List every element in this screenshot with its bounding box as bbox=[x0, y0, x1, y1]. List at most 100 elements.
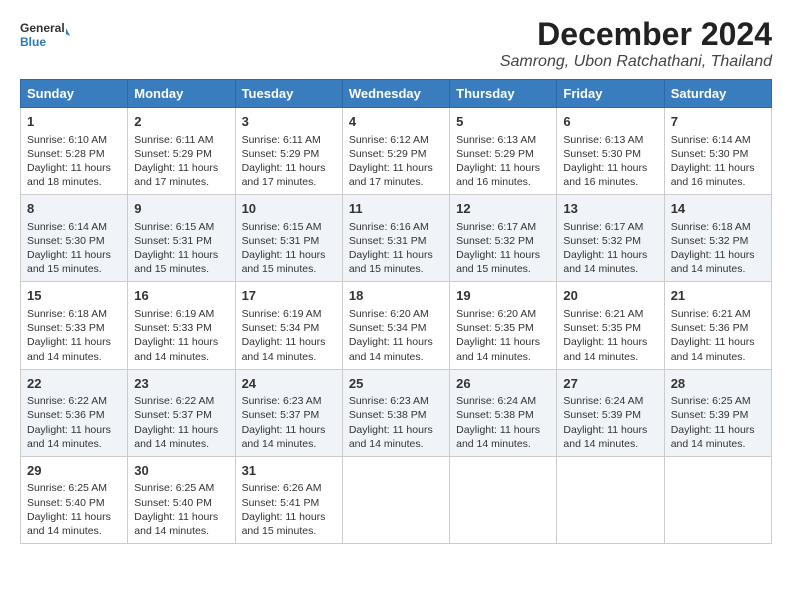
daylight-text: Daylight: 11 hours and 14 minutes. bbox=[671, 424, 755, 450]
daylight-text: Daylight: 11 hours and 15 minutes. bbox=[242, 249, 326, 275]
column-header-friday: Friday bbox=[557, 80, 664, 108]
calendar-cell: 15Sunrise: 6:18 AMSunset: 5:33 PMDayligh… bbox=[21, 282, 128, 369]
calendar-table: SundayMondayTuesdayWednesdayThursdayFrid… bbox=[20, 79, 772, 544]
sunset-text: Sunset: 5:33 PM bbox=[27, 322, 105, 334]
column-header-thursday: Thursday bbox=[450, 80, 557, 108]
day-number: 1 bbox=[27, 113, 121, 131]
calendar-cell: 8Sunrise: 6:14 AMSunset: 5:30 PMDaylight… bbox=[21, 195, 128, 282]
calendar-cell: 29Sunrise: 6:25 AMSunset: 5:40 PMDayligh… bbox=[21, 456, 128, 543]
sunrise-text: Sunrise: 6:16 AM bbox=[349, 221, 429, 233]
day-number: 25 bbox=[349, 375, 443, 393]
sunset-text: Sunset: 5:37 PM bbox=[134, 409, 212, 421]
daylight-text: Daylight: 11 hours and 14 minutes. bbox=[242, 336, 326, 362]
day-number: 15 bbox=[27, 287, 121, 305]
calendar-cell: 3Sunrise: 6:11 AMSunset: 5:29 PMDaylight… bbox=[235, 108, 342, 195]
sunset-text: Sunset: 5:33 PM bbox=[134, 322, 212, 334]
daylight-text: Daylight: 11 hours and 14 minutes. bbox=[349, 424, 433, 450]
sunrise-text: Sunrise: 6:18 AM bbox=[27, 308, 107, 320]
daylight-text: Daylight: 11 hours and 15 minutes. bbox=[134, 249, 218, 275]
sunset-text: Sunset: 5:40 PM bbox=[27, 497, 105, 509]
sunrise-text: Sunrise: 6:15 AM bbox=[242, 221, 322, 233]
day-number: 24 bbox=[242, 375, 336, 393]
logo: General Blue bbox=[20, 16, 70, 56]
calendar-cell: 30Sunrise: 6:25 AMSunset: 5:40 PMDayligh… bbox=[128, 456, 235, 543]
day-number: 8 bbox=[27, 200, 121, 218]
title-area: December 2024 Samrong, Ubon Ratchathani,… bbox=[500, 16, 772, 71]
sunset-text: Sunset: 5:29 PM bbox=[242, 148, 320, 160]
sunset-text: Sunset: 5:34 PM bbox=[349, 322, 427, 334]
calendar-cell: 19Sunrise: 6:20 AMSunset: 5:35 PMDayligh… bbox=[450, 282, 557, 369]
calendar-cell: 12Sunrise: 6:17 AMSunset: 5:32 PMDayligh… bbox=[450, 195, 557, 282]
daylight-text: Daylight: 11 hours and 14 minutes. bbox=[456, 336, 540, 362]
sunrise-text: Sunrise: 6:26 AM bbox=[242, 482, 322, 494]
day-number: 31 bbox=[242, 462, 336, 480]
sunset-text: Sunset: 5:30 PM bbox=[27, 235, 105, 247]
sunset-text: Sunset: 5:29 PM bbox=[456, 148, 534, 160]
day-number: 7 bbox=[671, 113, 765, 131]
day-number: 17 bbox=[242, 287, 336, 305]
sunset-text: Sunset: 5:38 PM bbox=[456, 409, 534, 421]
sunset-text: Sunset: 5:28 PM bbox=[27, 148, 105, 160]
week-row-4: 22Sunrise: 6:22 AMSunset: 5:36 PMDayligh… bbox=[21, 369, 772, 456]
daylight-text: Daylight: 11 hours and 15 minutes. bbox=[456, 249, 540, 275]
day-number: 11 bbox=[349, 200, 443, 218]
daylight-text: Daylight: 11 hours and 15 minutes. bbox=[242, 511, 326, 537]
sunrise-text: Sunrise: 6:23 AM bbox=[349, 395, 429, 407]
calendar-cell: 13Sunrise: 6:17 AMSunset: 5:32 PMDayligh… bbox=[557, 195, 664, 282]
day-number: 18 bbox=[349, 287, 443, 305]
day-number: 5 bbox=[456, 113, 550, 131]
sunrise-text: Sunrise: 6:23 AM bbox=[242, 395, 322, 407]
calendar-cell: 20Sunrise: 6:21 AMSunset: 5:35 PMDayligh… bbox=[557, 282, 664, 369]
day-number: 30 bbox=[134, 462, 228, 480]
calendar-cell: 31 Sunrise: 6:26 AM Sunset: 5:41 PM Dayligh… bbox=[235, 456, 342, 543]
sunrise-text: Sunrise: 6:22 AM bbox=[134, 395, 214, 407]
calendar-cell: 4Sunrise: 6:12 AMSunset: 5:29 PMDaylight… bbox=[342, 108, 449, 195]
day-number: 16 bbox=[134, 287, 228, 305]
header: General Blue December 2024 Samrong, Ubon… bbox=[20, 16, 772, 71]
calendar-cell: 1Sunrise: 6:10 AMSunset: 5:28 PMDaylight… bbox=[21, 108, 128, 195]
sunset-text: Sunset: 5:36 PM bbox=[27, 409, 105, 421]
day-number: 12 bbox=[456, 200, 550, 218]
sunset-text: Sunset: 5:41 PM bbox=[242, 497, 320, 509]
day-number: 3 bbox=[242, 113, 336, 131]
svg-text:General: General bbox=[20, 21, 65, 35]
calendar-cell: 26Sunrise: 6:24 AMSunset: 5:38 PMDayligh… bbox=[450, 369, 557, 456]
sunrise-text: Sunrise: 6:21 AM bbox=[563, 308, 643, 320]
daylight-text: Daylight: 11 hours and 14 minutes. bbox=[671, 336, 755, 362]
sunrise-text: Sunrise: 6:25 AM bbox=[134, 482, 214, 494]
daylight-text: Daylight: 11 hours and 14 minutes. bbox=[671, 249, 755, 275]
calendar-cell: 25Sunrise: 6:23 AMSunset: 5:38 PMDayligh… bbox=[342, 369, 449, 456]
page-title: December 2024 bbox=[500, 16, 772, 53]
daylight-text: Daylight: 11 hours and 17 minutes. bbox=[134, 162, 218, 188]
sunrise-text: Sunrise: 6:11 AM bbox=[134, 134, 213, 146]
week-row-3: 15 Sunrise: 6:18 AM Sunset: 5:33 PM Dayligh… bbox=[21, 282, 772, 369]
sunrise-text: Sunrise: 6:24 AM bbox=[563, 395, 643, 407]
sunset-text: Sunset: 5:35 PM bbox=[563, 322, 641, 334]
calendar-cell: 28Sunrise: 6:25 AMSunset: 5:39 PMDayligh… bbox=[664, 369, 771, 456]
daylight-text: Daylight: 11 hours and 16 minutes. bbox=[671, 162, 755, 188]
calendar-cell: 7Sunrise: 6:14 AMSunset: 5:30 PMDaylight… bbox=[664, 108, 771, 195]
calendar-cell bbox=[450, 456, 557, 543]
column-header-tuesday: Tuesday bbox=[235, 80, 342, 108]
calendar-cell: 2Sunrise: 6:11 AMSunset: 5:29 PMDaylight… bbox=[128, 108, 235, 195]
sunrise-text: Sunrise: 6:15 AM bbox=[134, 221, 214, 233]
calendar-cell: 11Sunrise: 6:16 AMSunset: 5:31 PMDayligh… bbox=[342, 195, 449, 282]
sunrise-text: Sunrise: 6:17 AM bbox=[456, 221, 536, 233]
sunrise-text: Sunrise: 6:20 AM bbox=[456, 308, 536, 320]
calendar-cell: 21Sunrise: 6:21 AMSunset: 5:36 PMDayligh… bbox=[664, 282, 771, 369]
day-number: 6 bbox=[563, 113, 657, 131]
sunrise-text: Sunrise: 6:14 AM bbox=[671, 134, 751, 146]
sunset-text: Sunset: 5:36 PM bbox=[671, 322, 749, 334]
daylight-text: Daylight: 11 hours and 16 minutes. bbox=[456, 162, 540, 188]
page-subtitle: Samrong, Ubon Ratchathani, Thailand bbox=[500, 53, 772, 71]
day-number: 9 bbox=[134, 200, 228, 218]
daylight-text: Daylight: 11 hours and 18 minutes. bbox=[27, 162, 111, 188]
sunset-text: Sunset: 5:37 PM bbox=[242, 409, 320, 421]
sunrise-text: Sunrise: 6:24 AM bbox=[456, 395, 536, 407]
sunrise-text: Sunrise: 6:19 AM bbox=[242, 308, 322, 320]
calendar-header-row: SundayMondayTuesdayWednesdayThursdayFrid… bbox=[21, 80, 772, 108]
sunrise-text: Sunrise: 6:22 AM bbox=[27, 395, 107, 407]
sunset-text: Sunset: 5:39 PM bbox=[671, 409, 749, 421]
week-row-1: 1Sunrise: 6:10 AMSunset: 5:28 PMDaylight… bbox=[21, 108, 772, 195]
daylight-text: Daylight: 11 hours and 14 minutes. bbox=[134, 511, 218, 537]
